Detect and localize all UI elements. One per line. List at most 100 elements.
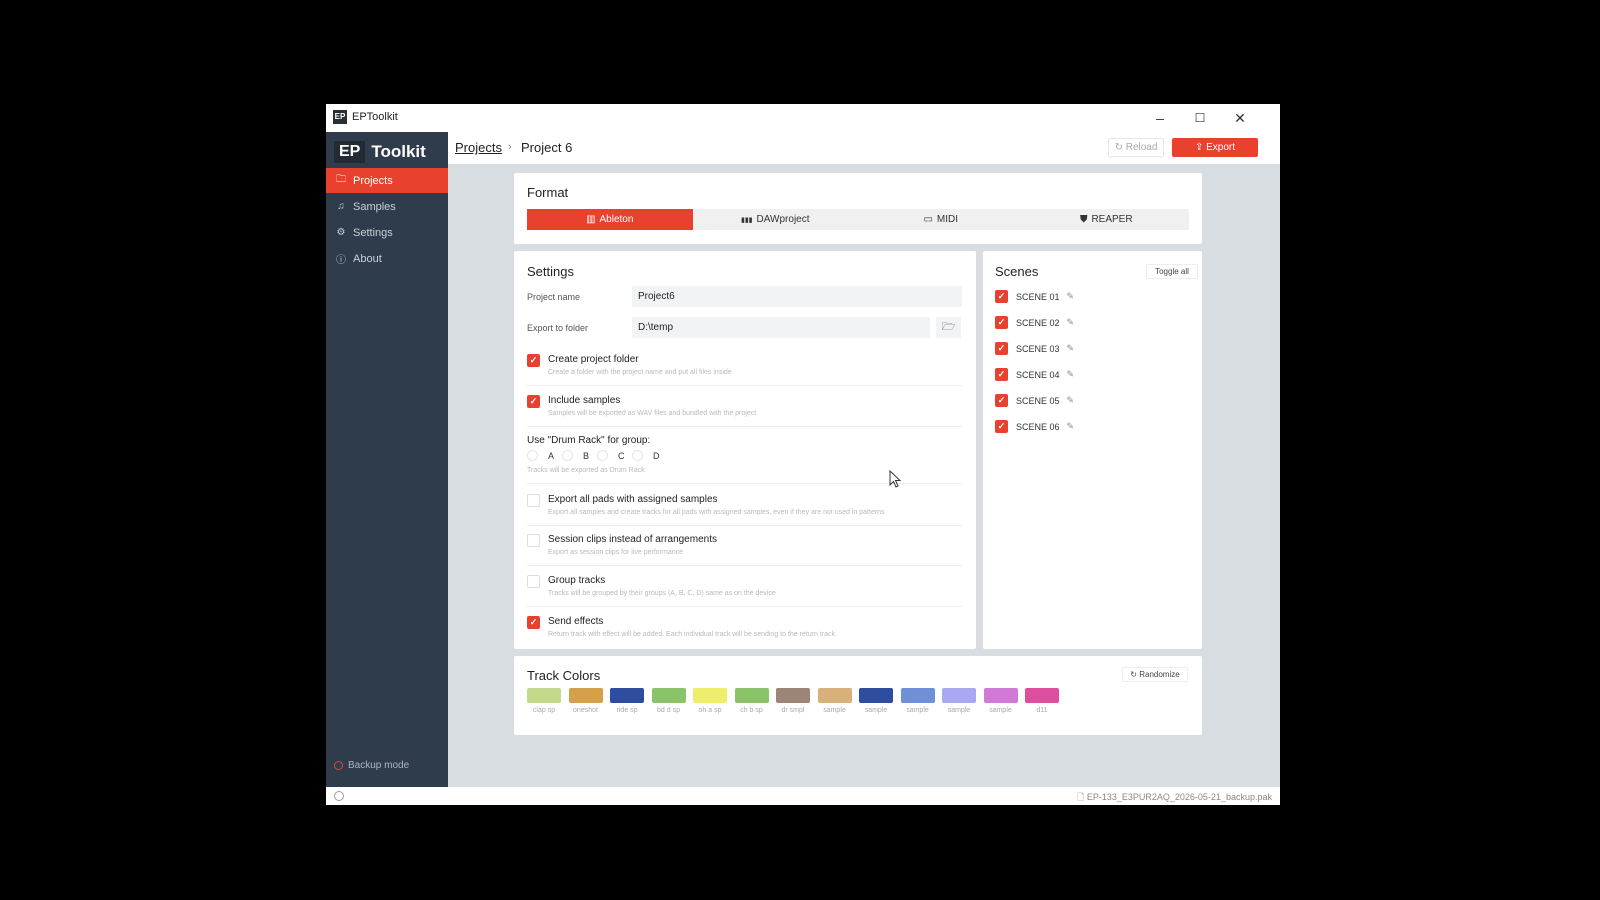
group-tracks-desc: Tracks will be grouped by their groups (… (548, 590, 776, 597)
main-content: Projects › Project 6 ↻ Reload ⇪ Export F… (448, 132, 1280, 787)
format-option-ableton[interactable]: ▥ Ableton (527, 209, 693, 230)
scene-checkbox[interactable]: ✓ (995, 394, 1008, 407)
color-swatch-label: oh a sp (698, 707, 722, 714)
format-card: Format ▥ Ableton ▮▮▮ DAWproject ▭ MIDI ⛊ REA… (514, 173, 1202, 244)
track-colors-card: Track Colors ↻ Randomize clap sp oneshot r… (514, 656, 1202, 735)
scene-checkbox[interactable]: ✓ (995, 368, 1008, 381)
scene-checkbox[interactable]: ✓ (995, 342, 1008, 355)
color-swatch[interactable] (859, 688, 893, 703)
export-folder-input[interactable]: D:\temp (632, 317, 930, 338)
color-swatch-label: d11 (1036, 707, 1048, 714)
breadcrumb-current: Project 6 (521, 140, 573, 155)
format-option-dawproject[interactable]: ▮▮▮ DAWproject (693, 209, 859, 230)
color-swatch[interactable] (734, 688, 769, 703)
color-swatch[interactable] (527, 688, 561, 703)
color-swatch[interactable] (1025, 688, 1059, 703)
divider (527, 385, 962, 386)
color-swatch[interactable] (568, 688, 603, 703)
sidebar-item-about[interactable]: ⓘ About (326, 246, 448, 271)
breadcrumb-projects[interactable]: Projects (455, 140, 502, 155)
drum-rack-label-b: B (583, 451, 590, 461)
sidebar-item-settings[interactable]: ⚙ Settings (326, 220, 448, 245)
format-selector: ▥ Ableton ▮▮▮ DAWproject ▭ MIDI ⛊ REAPER (527, 209, 1189, 230)
project-name-label: Project name (527, 292, 581, 302)
pencil-icon[interactable]: ✎ (1067, 343, 1075, 354)
color-swatch[interactable] (900, 688, 935, 703)
format-option-reaper[interactable]: ⛊ REAPER (1024, 209, 1190, 230)
settings-card: Settings Project name Project6 Export to… (514, 251, 976, 649)
send-effects-title: Send effects (548, 616, 604, 627)
drum-rack-radio-c[interactable] (597, 450, 608, 461)
sidebar-item-label: About (353, 252, 382, 265)
toggle-all-button[interactable]: Toggle all (1146, 264, 1198, 279)
dawproject-icon: ▮▮▮ (740, 216, 753, 224)
window-title: EPToolkit (352, 111, 398, 123)
drum-rack-label-d: D (653, 451, 660, 461)
drum-rack-radio-d[interactable] (632, 450, 643, 461)
app-window: EP EPToolkit – ☐ ✕ EP Toolkit 🗀 Projects… (326, 104, 1280, 805)
minimize-button[interactable]: – (1140, 104, 1180, 132)
pencil-icon[interactable]: ✎ (1067, 395, 1075, 406)
sidebar: EP Toolkit 🗀 Projects ♫ Samples ⚙ Settin… (326, 132, 448, 787)
drum-rack-radio-b[interactable] (562, 450, 573, 461)
group-tracks-checkbox[interactable] (527, 575, 540, 588)
sidebar-item-projects[interactable]: 🗀 Projects (326, 168, 448, 193)
drum-rack-label: Use "Drum Rack" for group: (527, 435, 651, 446)
pencil-icon[interactable]: ✎ (1067, 317, 1075, 328)
scene-label: SCENE 01 (1016, 291, 1060, 302)
scene-row: ✓ SCENE 01 ✎ (995, 289, 1074, 304)
maximize-button[interactable]: ☐ (1180, 104, 1220, 132)
color-swatch-label: ride sp (616, 707, 638, 714)
create-folder-checkbox[interactable]: ✓ (527, 354, 540, 367)
format-option-midi[interactable]: ▭ MIDI (858, 209, 1024, 230)
export-all-pads-desc: Export all samples and create tracks for… (548, 509, 885, 516)
scene-row: ✓ SCENE 03 ✎ (995, 341, 1074, 356)
midi-icon: ▭ (923, 214, 933, 225)
color-swatch[interactable] (776, 688, 810, 703)
reaper-icon: ⛊ (1079, 214, 1088, 225)
send-effects-checkbox[interactable]: ✓ (527, 616, 540, 629)
scene-label: SCENE 02 (1016, 317, 1060, 328)
color-swatch-label: ch b sp (740, 707, 763, 714)
export-button[interactable]: ⇪ Export (1172, 138, 1258, 157)
scene-checkbox[interactable]: ✓ (995, 316, 1008, 329)
pencil-icon[interactable]: ✎ (1067, 421, 1075, 432)
color-swatch[interactable] (942, 688, 976, 703)
color-swatch[interactable] (610, 688, 644, 703)
color-swatch[interactable] (693, 688, 727, 703)
pencil-icon[interactable]: ✎ (1067, 369, 1075, 380)
export-folder-label: Export to folder (527, 323, 589, 333)
drum-rack-label-a: A (548, 451, 555, 461)
session-clips-checkbox[interactable] (527, 534, 540, 547)
pencil-icon[interactable]: ✎ (1067, 291, 1075, 302)
send-effects-desc: Return track with effect will be added. … (548, 631, 837, 638)
color-swatch-label: sample (947, 707, 971, 714)
export-all-pads-checkbox[interactable] (527, 494, 540, 507)
sidebar-item-label: Settings (353, 226, 393, 239)
project-name-input[interactable]: Project6 (632, 286, 962, 307)
include-samples-checkbox[interactable]: ✓ (527, 395, 540, 408)
status-icon (334, 791, 344, 801)
scene-row: ✓ SCENE 06 ✎ (995, 419, 1074, 434)
create-folder-desc: Create a folder with the project name an… (548, 369, 732, 376)
mouse-cursor-icon (889, 470, 902, 488)
sidebar-item-samples[interactable]: ♫ Samples (326, 194, 448, 219)
backup-mode-toggle[interactable]: Backup mode (334, 760, 409, 771)
settings-title: Settings (527, 264, 574, 279)
drum-rack-radio-a[interactable] (527, 450, 538, 461)
reload-button[interactable]: ↻ Reload (1108, 138, 1164, 157)
divider (527, 606, 962, 607)
color-swatch[interactable] (651, 688, 686, 703)
format-label: Ableton (599, 214, 634, 225)
gear-icon: ⚙ (336, 227, 346, 238)
scene-label: SCENE 06 (1016, 421, 1060, 432)
scene-checkbox[interactable]: ✓ (995, 290, 1008, 303)
format-title: Format (527, 185, 569, 200)
close-button[interactable]: ✕ (1220, 104, 1260, 132)
browse-folder-button[interactable]: 🗁 (936, 317, 961, 338)
color-swatch[interactable] (983, 688, 1018, 703)
randomize-button[interactable]: ↻ Randomize (1122, 667, 1188, 682)
color-swatch[interactable] (817, 688, 852, 703)
create-folder-title: Create project folder (548, 354, 639, 365)
scene-checkbox[interactable]: ✓ (995, 420, 1008, 433)
